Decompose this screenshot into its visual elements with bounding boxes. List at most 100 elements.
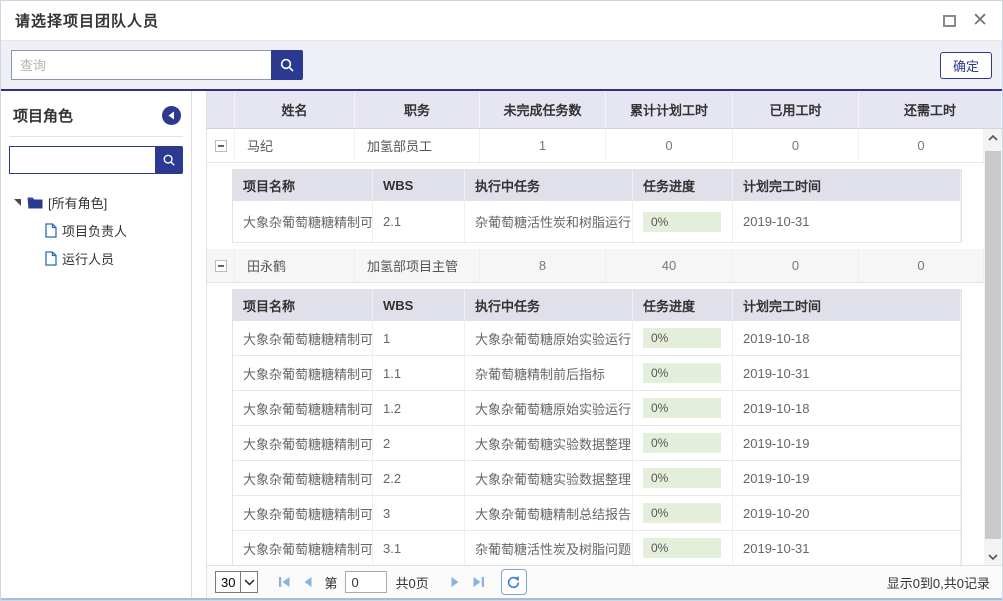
progress-bar: 0% xyxy=(643,328,721,348)
grid-header-cell: 累计计划工时 xyxy=(606,91,733,128)
grid-header-cell: 姓名 xyxy=(235,91,355,128)
sidebar-search-input[interactable] xyxy=(9,146,155,174)
dialog-select-project-team: { "dialog": { "title": "请选择项目团队人员", "con… xyxy=(0,0,1003,601)
task-wbs-cell: 2.1 xyxy=(373,201,465,242)
task-finish-date-cell: 2019-10-18 xyxy=(733,321,961,355)
person-row-icon-cell xyxy=(207,129,235,162)
task-wbs-cell: 1 xyxy=(373,321,465,355)
task-finish-date-cell: 2019-10-20 xyxy=(733,496,961,530)
person-unfinished-cell: 8 xyxy=(480,249,606,282)
scroll-down-icon[interactable] xyxy=(984,548,1002,565)
subtable-header-cell: 计划完工时间 xyxy=(733,290,961,321)
subtable-header-cell: 任务进度 xyxy=(633,170,733,201)
person-job-cell: 加氢部项目主管 xyxy=(355,249,480,282)
search-icon[interactable] xyxy=(271,50,303,80)
sidebar-title: 项目角色 xyxy=(13,105,73,126)
collapse-row-icon[interactable] xyxy=(215,140,227,152)
task-subtable: 项目名称WBS执行中任务任务进度计划完工时间大象杂葡萄糖糖精制可行性2.1杂葡萄… xyxy=(232,169,962,243)
task-wbs-cell: 2.2 xyxy=(373,461,465,495)
task-row[interactable]: 大象杂葡萄糖糖精制可行性3大象杂葡萄糖精制总结报告0%2019-10-20 xyxy=(233,496,961,531)
sidebar-search-group xyxy=(9,146,183,174)
person-remaining-hours-cell: 0 xyxy=(859,129,984,162)
page-size-select[interactable]: 30 xyxy=(215,571,258,593)
progress-bar: 0% xyxy=(643,212,721,232)
search-group xyxy=(11,50,303,80)
progress-bar: 0% xyxy=(643,503,721,523)
pager-bar: 30 第 共0页 显示0到0,共0记录 xyxy=(207,565,1002,598)
progress-bar: 0% xyxy=(643,363,721,383)
task-finish-date-cell: 2019-10-31 xyxy=(733,201,961,242)
grid-header-cell: 职务 xyxy=(355,91,480,128)
task-wbs-cell: 2 xyxy=(373,426,465,460)
page-number-input[interactable] xyxy=(345,571,387,593)
task-row[interactable]: 大象杂葡萄糖糖精制可行性1大象杂葡萄糖原始实验运行0%2019-10-18 xyxy=(233,321,961,356)
progress-bar: 0% xyxy=(643,538,721,558)
collapse-row-icon[interactable] xyxy=(215,260,227,272)
sidebar-divider xyxy=(9,136,183,137)
sidebar-project-roles: 项目角色 [所有角色] 项目负责人运行人员 xyxy=(1,91,192,598)
grid-header-cell: 还需工时 xyxy=(859,91,1002,128)
grid-header-cell: 已用工时 xyxy=(733,91,859,128)
tree-node-role[interactable]: 运行人员 xyxy=(5,244,187,272)
task-progress-cell: 0% xyxy=(633,426,733,460)
maximize-icon[interactable] xyxy=(943,15,956,27)
caret-expanded-icon xyxy=(13,198,22,207)
task-row[interactable]: 大象杂葡萄糖糖精制可行性2.2大象杂葡萄糖实验数据整理0%2019-10-19 xyxy=(233,461,961,496)
task-wbs-cell: 3.1 xyxy=(373,531,465,565)
task-project-cell: 大象杂葡萄糖糖精制可行性 xyxy=(233,531,373,565)
person-remaining-hours-cell: 0 xyxy=(859,249,984,282)
task-progress-cell: 0% xyxy=(633,531,733,565)
task-wbs-cell: 1.1 xyxy=(373,356,465,390)
person-used-hours-cell: 0 xyxy=(733,249,859,282)
collapse-left-icon[interactable] xyxy=(162,106,181,125)
toolbar: 确定 xyxy=(1,41,1002,89)
task-progress-cell: 0% xyxy=(633,496,733,530)
tree-node-all-roles[interactable]: [所有角色] xyxy=(5,188,187,216)
task-wbs-cell: 1.2 xyxy=(373,391,465,425)
person-row[interactable]: 马纪加氢部员工1000 xyxy=(207,129,984,163)
confirm-button[interactable]: 确定 xyxy=(940,52,992,79)
scroll-up-icon[interactable] xyxy=(984,129,1002,146)
subtable-header: 项目名称WBS执行中任务任务进度计划完工时间 xyxy=(233,290,961,321)
task-wbs-cell: 3 xyxy=(373,496,465,530)
task-row[interactable]: 大象杂葡萄糖糖精制可行性1.2大象杂葡萄糖原始实验运行0%2019-10-18 xyxy=(233,391,961,426)
person-unfinished-cell: 1 xyxy=(480,129,606,162)
task-project-cell: 大象杂葡萄糖糖精制可行性 xyxy=(233,391,373,425)
task-progress-cell: 0% xyxy=(633,201,733,242)
tree-node-label: 运行人员 xyxy=(62,249,114,268)
subtable-header: 项目名称WBS执行中任务任务进度计划完工时间 xyxy=(233,170,961,201)
progress-bar: 0% xyxy=(643,433,721,453)
file-icon xyxy=(45,223,57,238)
close-icon[interactable]: ✕ xyxy=(972,15,988,27)
task-row[interactable]: 大象杂葡萄糖糖精制可行性2大象杂葡萄糖实验数据整理0%2019-10-19 xyxy=(233,426,961,461)
scrollbar-thumb[interactable] xyxy=(985,151,1001,539)
task-project-cell: 大象杂葡萄糖糖精制可行性 xyxy=(233,321,373,355)
page-prefix-label: 第 xyxy=(324,573,337,592)
dialog-bottom-border xyxy=(1,598,1002,600)
task-name-cell: 大象杂葡萄糖原始实验运行 xyxy=(465,391,633,425)
task-name-cell: 大象杂葡萄糖实验数据整理 xyxy=(465,426,633,460)
grid-header: 姓名职务未完成任务数累计计划工时已用工时还需工时 xyxy=(207,91,1002,129)
vertical-scrollbar[interactable] xyxy=(984,129,1002,565)
folder-icon xyxy=(27,196,43,209)
person-used-hours-cell: 0 xyxy=(733,129,859,162)
last-page-icon[interactable] xyxy=(467,570,491,594)
search-input[interactable] xyxy=(11,50,271,80)
first-page-icon[interactable] xyxy=(272,570,296,594)
subtable-header-cell: 项目名称 xyxy=(233,170,373,201)
person-row[interactable]: 田永鹤加氢部项目主管84000 xyxy=(207,249,984,283)
task-name-cell: 杂葡萄糖活性炭及树脂问题 xyxy=(465,531,633,565)
tree-node-role[interactable]: 项目负责人 xyxy=(5,216,187,244)
task-row[interactable]: 大象杂葡萄糖糖精制可行性3.1杂葡萄糖活性炭及树脂问题0%2019-10-31 xyxy=(233,531,961,565)
next-page-icon[interactable] xyxy=(443,570,467,594)
task-project-cell: 大象杂葡萄糖糖精制可行性 xyxy=(233,496,373,530)
prev-page-icon[interactable] xyxy=(296,570,320,594)
task-row[interactable]: 大象杂葡萄糖糖精制可行性1.1杂葡萄糖精制前后指标0%2019-10-31 xyxy=(233,356,961,391)
sidebar-search-icon[interactable] xyxy=(155,146,183,174)
task-project-cell: 大象杂葡萄糖糖精制可行性 xyxy=(233,201,373,242)
task-row[interactable]: 大象杂葡萄糖糖精制可行性2.1杂葡萄糖活性炭和树脂运行0%2019-10-31 xyxy=(233,201,961,243)
subtable-header-cell: 项目名称 xyxy=(233,290,373,321)
refresh-icon[interactable] xyxy=(501,569,527,595)
pager-status: 显示0到0,共0记录 xyxy=(887,573,994,592)
file-icon xyxy=(45,251,57,266)
